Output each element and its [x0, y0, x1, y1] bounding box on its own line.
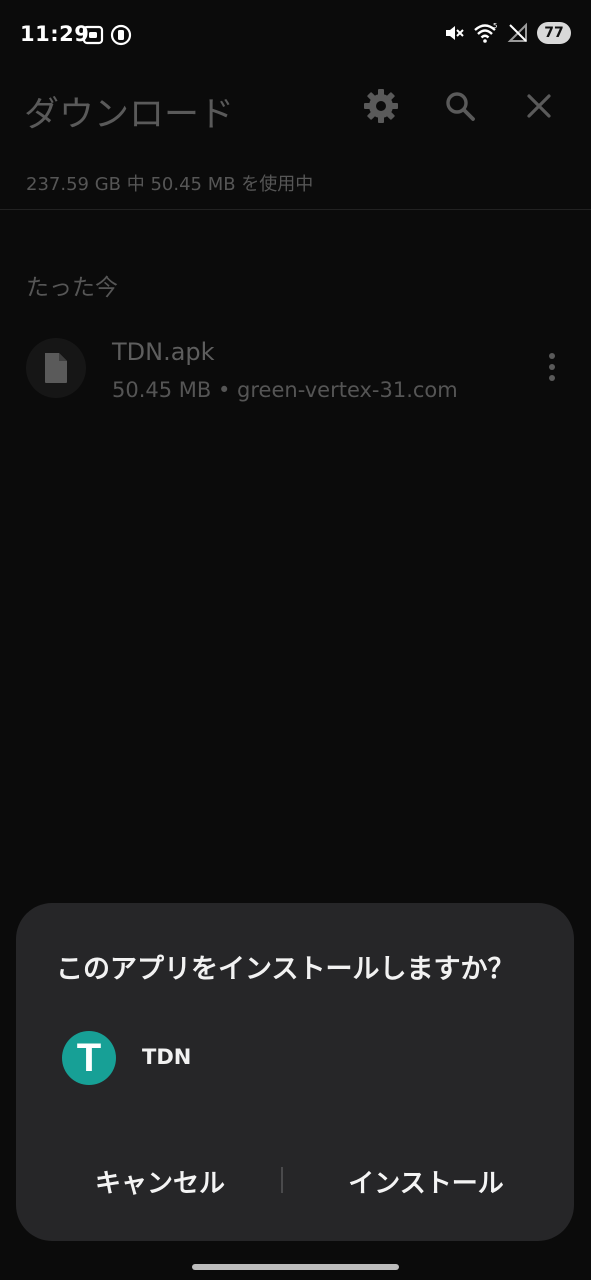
status-time: 11:29 — [20, 22, 90, 46]
app-icon: T — [62, 1031, 116, 1085]
battery-level: 77 — [544, 25, 564, 41]
no-signal-icon — [507, 22, 527, 42]
screen: 11:29 5 77 ダウンロード 237.59 GB 中 50.45 MB を… — [0, 0, 591, 1280]
dialog-title: このアプリをインストールしますか？ — [56, 954, 515, 985]
button-divider — [281, 1167, 283, 1193]
svg-text:5: 5 — [493, 22, 497, 30]
mute-icon — [446, 26, 464, 40]
download-item[interactable]: TDN.apk 50.45 MB • green-vertex-31.com — [0, 334, 591, 414]
section-header: たった今 — [26, 275, 118, 301]
status-right-icons: 5 77 — [443, 22, 571, 44]
file-icon — [26, 338, 86, 398]
more-vert-icon[interactable] — [538, 350, 566, 384]
app-name: TDN — [142, 1045, 192, 1069]
search-icon[interactable] — [440, 86, 480, 126]
install-dialog: このアプリをインストールしますか？ T TDN キャンセル インストール — [16, 903, 574, 1241]
home-indicator[interactable] — [192, 1264, 399, 1270]
screen-record-icon — [82, 25, 104, 45]
storage-usage: 237.59 GB 中 50.45 MB を使用中 — [26, 174, 314, 195]
file-meta: 50.45 MB • green-vertex-31.com — [112, 378, 458, 402]
file-name: TDN.apk — [112, 338, 215, 366]
wifi-icon: 5 — [474, 22, 497, 43]
status-bar: 11:29 5 77 — [0, 0, 591, 72]
cancel-button[interactable]: キャンセル — [40, 1153, 280, 1209]
page-title: ダウンロード — [24, 95, 235, 135]
gear-icon[interactable] — [361, 86, 401, 126]
nfc-icon — [110, 24, 132, 46]
battery-icon: 77 — [537, 22, 571, 44]
divider — [0, 209, 591, 210]
install-button[interactable]: インストール — [306, 1153, 546, 1209]
app-icon-letter: T — [76, 1036, 102, 1080]
status-left-icons — [82, 24, 132, 46]
close-icon[interactable] — [519, 86, 559, 126]
